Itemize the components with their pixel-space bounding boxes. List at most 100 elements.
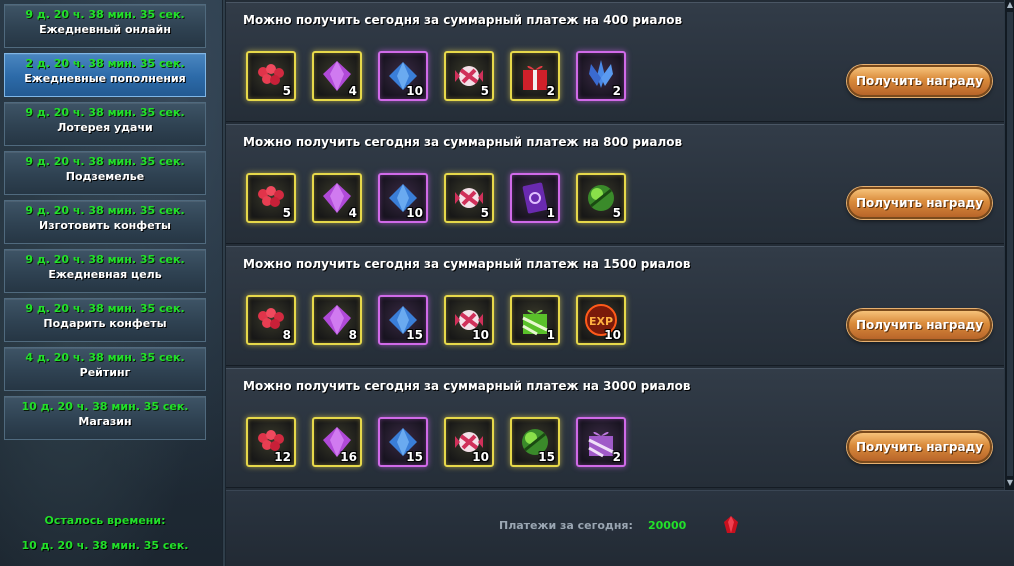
reward-item-qty: 10: [406, 206, 423, 220]
reward-item-qty: 2: [612, 450, 621, 464]
reward-item-purple-gift-box[interactable]: 2: [576, 417, 626, 467]
sidebar-item-timer: 9 д. 20 ч. 38 мин. 35 сек.: [25, 204, 185, 217]
reward-tier-title: Можно получить сегодня за суммарный плат…: [243, 379, 691, 393]
reward-item-green-orb[interactable]: 5: [576, 173, 626, 223]
sidebar-item-make-candy[interactable]: 9 д. 20 ч. 38 мин. 35 сек. Изготовить ко…: [4, 200, 206, 244]
sidebar-item-shop[interactable]: 10 д. 20 ч. 38 мин. 35 сек. Магазин: [4, 396, 206, 440]
reward-item-qty: 8: [348, 328, 357, 342]
exp-orb-text: EXP: [589, 315, 613, 328]
sidebar-item-label: Ежедневная цель: [48, 268, 162, 281]
sidebar-item-rating[interactable]: 4 д. 20 ч. 38 мин. 35 сек. Рейтинг: [4, 347, 206, 391]
scroll-up-arrow-icon[interactable]: ▲: [1005, 0, 1014, 10]
reward-tier-400: Можно получить сегодня за суммарный плат…: [226, 2, 1006, 122]
claim-reward-button[interactable]: Получить награду: [847, 187, 992, 219]
reward-item-red-candies[interactable]: 5: [246, 51, 296, 101]
payments-today-label: Платежи за сегодня:: [499, 519, 633, 532]
claim-reward-button[interactable]: Получить награду: [847, 309, 992, 341]
sidebar-item-label: Лотерея удачи: [57, 121, 153, 134]
scroll-down-arrow-icon[interactable]: ▼: [1005, 478, 1014, 488]
reward-item-red-candies[interactable]: 5: [246, 173, 296, 223]
reward-item-purple-crystal[interactable]: 4: [312, 173, 362, 223]
sidebar-item-label: Рейтинг: [79, 366, 131, 379]
remaining-time-value: 10 д. 20 ч. 38 мин. 35 сек.: [21, 539, 189, 552]
reward-tier-3000: Можно получить сегодня за суммарный плат…: [226, 368, 1006, 488]
reward-item-purple-crystal[interactable]: 16: [312, 417, 362, 467]
reward-item-blue-crystal[interactable]: 10: [378, 173, 428, 223]
reward-item-qty: 10: [472, 328, 489, 342]
sidebar-item-timer: 9 д. 20 ч. 38 мин. 35 сек.: [25, 8, 185, 21]
reward-item-qty: 15: [406, 328, 423, 342]
reward-item-blue-crystal[interactable]: 15: [378, 417, 428, 467]
rewards-panel: Можно получить сегодня за суммарный плат…: [226, 0, 1006, 566]
reward-item-green-gift-box[interactable]: 1: [510, 295, 560, 345]
reward-item-striped-candy[interactable]: 5: [444, 51, 494, 101]
reward-item-striped-candy[interactable]: 10: [444, 417, 494, 467]
reward-item-qty: 10: [604, 328, 621, 342]
reward-item-qty: 1: [546, 206, 555, 220]
sidebar-item-timer: 9 д. 20 ч. 38 мин. 35 сек.: [25, 155, 185, 168]
sidebar-item-lottery[interactable]: 9 д. 20 ч. 38 мин. 35 сек. Лотерея удачи: [4, 102, 206, 146]
sidebar-item-timer: 9 д. 20 ч. 38 мин. 35 сек.: [25, 253, 185, 266]
sidebar-item-label: Магазин: [78, 415, 132, 428]
reward-item-qty: 16: [340, 450, 357, 464]
reward-tier-800: Можно получить сегодня за суммарный плат…: [226, 124, 1006, 244]
reward-tier-title: Можно получить сегодня за суммарный плат…: [243, 135, 683, 149]
reward-item-qty: 2: [612, 84, 621, 98]
reward-tier-title: Можно получить сегодня за суммарный плат…: [243, 257, 691, 271]
reward-item-qty: 5: [480, 84, 489, 98]
reward-item-red-candies[interactable]: 12: [246, 417, 296, 467]
reward-item-blue-flower[interactable]: 2: [576, 51, 626, 101]
sidebar-item-label: Ежедневный онлайн: [39, 23, 171, 36]
claim-reward-button[interactable]: Получить награду: [847, 65, 992, 97]
sidebar-item-label: Изготовить конфеты: [39, 219, 171, 232]
reward-item-qty: 15: [406, 450, 423, 464]
reward-item-qty: 5: [612, 206, 621, 220]
scroll-track[interactable]: [1007, 12, 1013, 476]
reward-tier-1500: Можно получить сегодня за суммарный плат…: [226, 246, 1006, 366]
reward-item-purple-card[interactable]: 1: [510, 173, 560, 223]
ruby-icon: [724, 516, 738, 533]
reward-item-striped-candy[interactable]: 5: [444, 173, 494, 223]
reward-item-qty: 4: [348, 84, 357, 98]
reward-item-red-candies[interactable]: 8: [246, 295, 296, 345]
sidebar-item-timer: 9 д. 20 ч. 38 мин. 35 сек.: [25, 106, 185, 119]
reward-item-qty: 5: [282, 84, 291, 98]
reward-item-exp-orb[interactable]: EXP 10: [576, 295, 626, 345]
sidebar-item-timer: 4 д. 20 ч. 38 мин. 35 сек.: [25, 351, 185, 364]
reward-item-qty: 2: [546, 84, 555, 98]
claim-reward-button[interactable]: Получить награду: [847, 431, 992, 463]
sidebar-item-label: Ежедневные пополнения: [24, 72, 186, 85]
payments-today-value: 20000: [648, 519, 687, 532]
sidebar-item-gift-candy[interactable]: 9 д. 20 ч. 38 мин. 35 сек. Подарить конф…: [4, 298, 206, 342]
sidebar-item-label: Подземелье: [65, 170, 145, 183]
sidebar-item-daily-online[interactable]: 9 д. 20 ч. 38 мин. 35 сек. Ежедневный он…: [4, 4, 206, 48]
reward-item-red-gift-box[interactable]: 2: [510, 51, 560, 101]
sidebar-item-daily-goal[interactable]: 9 д. 20 ч. 38 мин. 35 сек. Ежедневная це…: [4, 249, 206, 293]
sidebar: 9 д. 20 ч. 38 мин. 35 сек. Ежедневный он…: [0, 0, 222, 566]
reward-item-qty: 12: [274, 450, 291, 464]
sidebar-item-timer: 2 д. 20 ч. 38 мин. 35 сек.: [25, 57, 185, 70]
reward-item-qty: 1: [546, 328, 555, 342]
reward-item-purple-crystal[interactable]: 8: [312, 295, 362, 345]
sidebar-item-timer: 10 д. 20 ч. 38 мин. 35 сек.: [21, 400, 189, 413]
remaining-time-label: Осталось времени:: [44, 514, 166, 527]
sidebar-item-daily-topups[interactable]: 2 д. 20 ч. 38 мин. 35 сек. Ежедневные по…: [4, 53, 206, 97]
reward-item-qty: 8: [282, 328, 291, 342]
reward-item-blue-crystal[interactable]: 10: [378, 51, 428, 101]
reward-item-green-orb[interactable]: 15: [510, 417, 560, 467]
reward-item-qty: 4: [348, 206, 357, 220]
reward-tier-title: Можно получить сегодня за суммарный плат…: [243, 13, 683, 27]
sidebar-item-label: Подарить конфеты: [43, 317, 167, 330]
reward-item-qty: 10: [406, 84, 423, 98]
reward-item-striped-candy[interactable]: 10: [444, 295, 494, 345]
reward-item-purple-crystal[interactable]: 4: [312, 51, 362, 101]
reward-item-qty: 5: [480, 206, 489, 220]
reward-item-qty: 5: [282, 206, 291, 220]
reward-item-qty: 10: [472, 450, 489, 464]
sidebar-item-dungeon[interactable]: 9 д. 20 ч. 38 мин. 35 сек. Подземелье: [4, 151, 206, 195]
sidebar-item-timer: 9 д. 20 ч. 38 мин. 35 сек.: [25, 302, 185, 315]
reward-item-blue-crystal[interactable]: 15: [378, 295, 428, 345]
rewards-scrollbar[interactable]: ▲ ▼: [1004, 0, 1014, 490]
reward-item-qty: 15: [538, 450, 555, 464]
payments-footer: Платежи за сегодня: 20000: [226, 490, 1014, 566]
